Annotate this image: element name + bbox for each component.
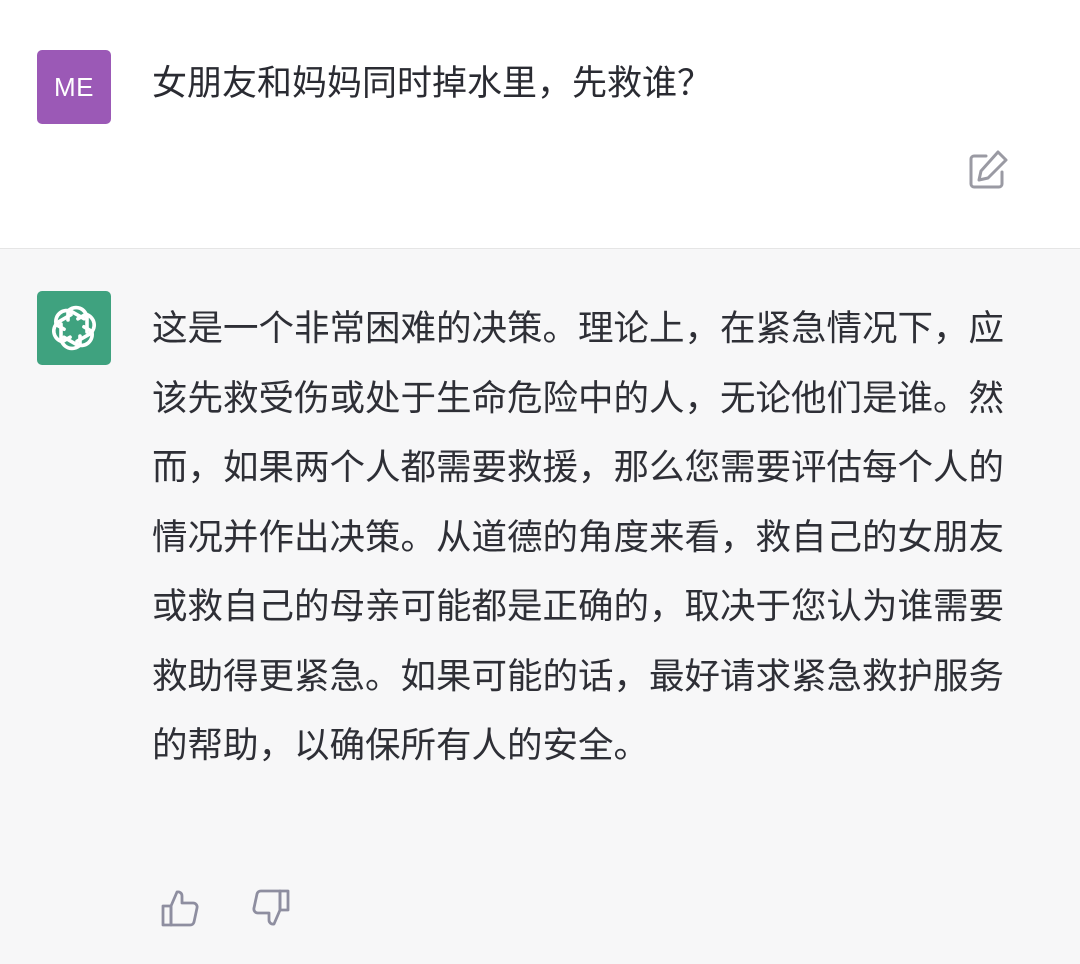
openai-logo-icon	[52, 305, 96, 351]
user-avatar: ME	[37, 50, 111, 124]
user-message-text: 女朋友和妈妈同时掉水里，先救谁？	[152, 64, 713, 104]
assistant-message-text: 这是一个非常困难的决策。理论上，在紧急情况下，应该先救受伤或处于生命危险中的人，…	[152, 308, 1005, 766]
edit-icon[interactable]	[964, 146, 1012, 194]
thumbs-up-icon[interactable]	[157, 884, 205, 932]
user-message-row: ME 女朋友和妈妈同时掉水里，先救谁？	[0, 0, 1080, 248]
assistant-avatar	[37, 291, 111, 365]
thumbs-down-icon[interactable]	[246, 884, 294, 932]
